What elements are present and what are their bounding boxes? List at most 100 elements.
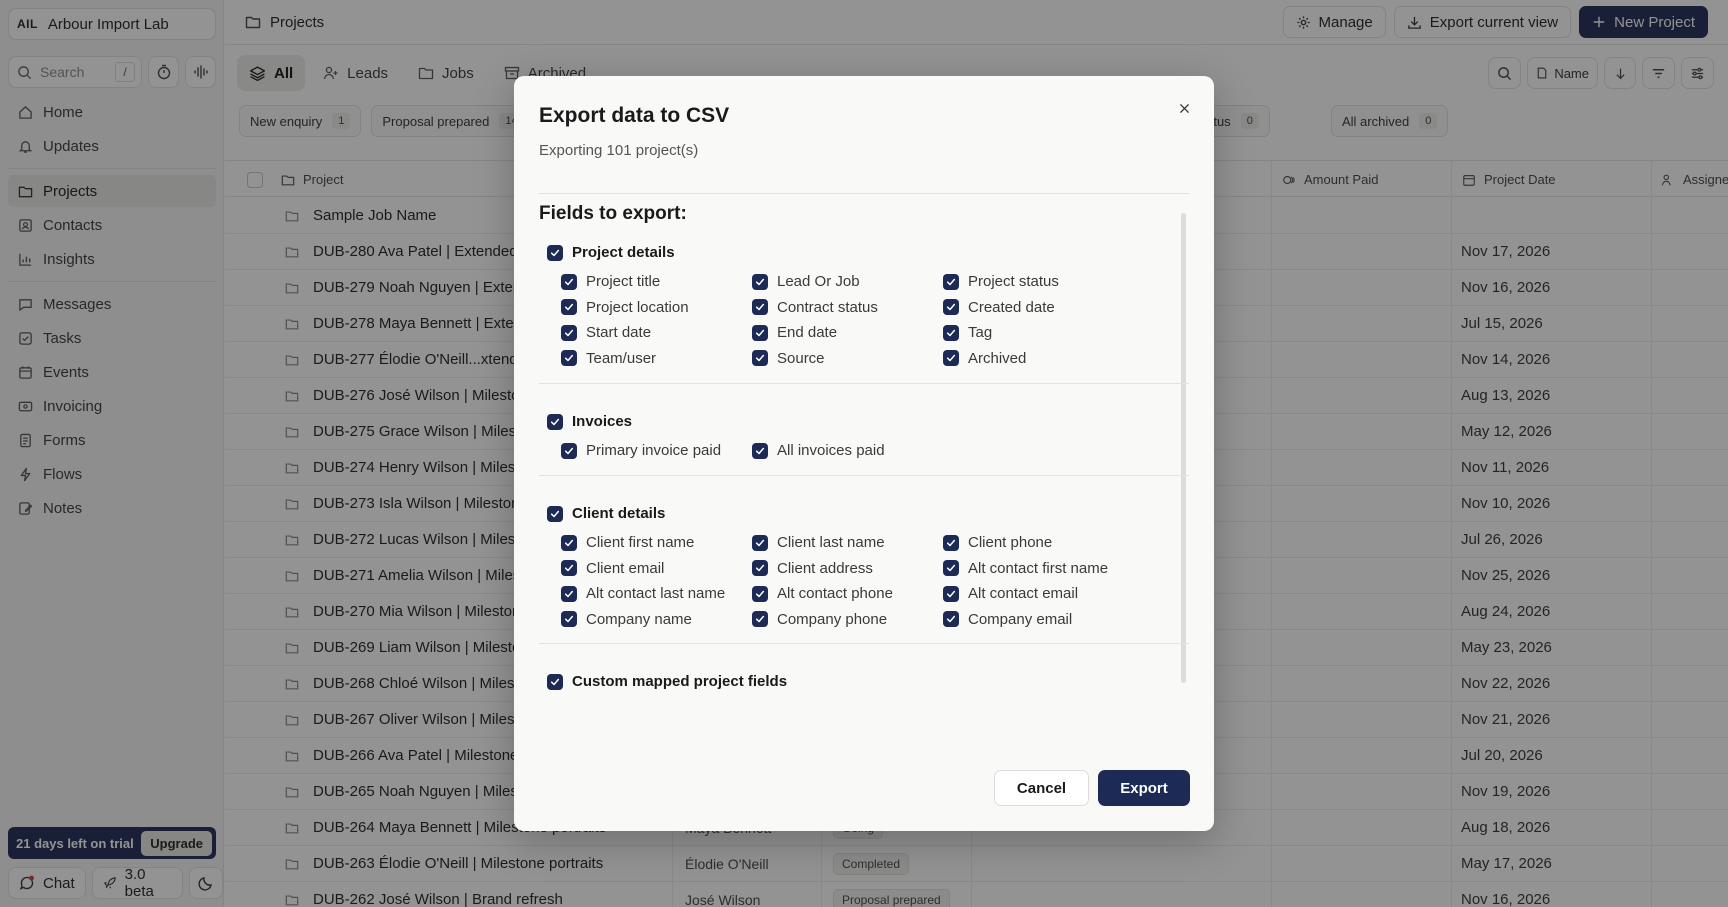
- group-label: Custom mapped project fields: [572, 673, 788, 690]
- field-checkbox[interactable]: Start date: [561, 324, 651, 341]
- checkbox-checked-icon: [943, 560, 959, 576]
- dialog-divider: [539, 193, 1189, 194]
- dialog-title: Export data to CSV: [539, 104, 730, 127]
- checkbox-checked-icon: [943, 585, 959, 602]
- field-label: Client address: [777, 559, 873, 577]
- field-label: Source: [777, 349, 825, 367]
- checkbox-checked-icon: [943, 350, 959, 366]
- checkbox-checked-icon: [547, 505, 563, 522]
- group-checkbox[interactable]: Invoices: [547, 413, 632, 430]
- field-label: Project location: [586, 298, 689, 316]
- checkbox-checked-icon: [561, 585, 577, 602]
- group-divider: [539, 643, 1189, 644]
- checkbox-checked-icon: [943, 324, 959, 341]
- checkbox-checked-icon: [752, 350, 768, 366]
- field-label: Client last name: [777, 534, 885, 551]
- field-label: End date: [777, 324, 838, 341]
- field-checkbox[interactable]: Client first name: [561, 534, 694, 551]
- fields-panel: Fields to export: Project details Project…: [539, 203, 1199, 746]
- fields-title: Fields to export:: [539, 203, 687, 224]
- field-label: Project title: [586, 273, 661, 290]
- checkbox-checked-icon: [752, 442, 768, 459]
- field-checkbox[interactable]: Primary invoice paid: [561, 442, 721, 459]
- checkbox-checked-icon: [561, 273, 577, 290]
- checkbox-checked-icon: [752, 324, 768, 341]
- field-checkbox[interactable]: Alt contact last name: [561, 585, 725, 602]
- field-checkbox[interactable]: Project location: [561, 299, 689, 316]
- field-checkbox[interactable]: Project status: [943, 273, 1059, 290]
- checkbox-checked-icon: [752, 585, 768, 602]
- checkbox-checked-icon: [561, 534, 577, 551]
- field-checkbox[interactable]: Client address: [752, 560, 873, 577]
- group-divider: [539, 383, 1189, 384]
- field-checkbox[interactable]: Project title: [561, 273, 660, 290]
- field-label: Client phone: [968, 534, 1053, 551]
- field-label: Tag: [968, 324, 993, 341]
- field-checkbox[interactable]: Alt contact email: [943, 585, 1078, 602]
- field-checkbox[interactable]: Team/user: [561, 350, 656, 367]
- checkbox-checked-icon: [752, 299, 768, 315]
- field-label: Company email: [968, 610, 1073, 628]
- field-label: All invoices paid: [777, 442, 885, 459]
- field-checkbox[interactable]: Created date: [943, 299, 1055, 316]
- field-checkbox[interactable]: Company phone: [752, 611, 887, 628]
- checkbox-checked-icon: [547, 673, 563, 690]
- field-checkbox[interactable]: Client email: [561, 560, 664, 577]
- field-label: Project status: [968, 273, 1059, 290]
- field-label: Alt contact phone: [777, 585, 893, 602]
- cancel-button[interactable]: Cancel: [994, 770, 1089, 806]
- field-label: Archived: [968, 349, 1027, 367]
- field-label: Created date: [968, 298, 1055, 316]
- checkbox-checked-icon: [752, 534, 768, 551]
- group-label: Client details: [572, 505, 666, 522]
- field-checkbox[interactable]: Alt contact phone: [752, 585, 893, 602]
- field-label: Primary invoice paid: [586, 442, 722, 459]
- checkbox-checked-icon: [561, 350, 577, 366]
- checkbox-checked-icon: [752, 273, 768, 290]
- field-label: Start date: [586, 324, 652, 341]
- close-button[interactable]: [1172, 96, 1196, 120]
- checkbox-checked-icon: [943, 534, 959, 551]
- field-label: Company name: [586, 610, 692, 628]
- field-label: Alt contact last name: [586, 585, 726, 602]
- export-button[interactable]: Export: [1098, 770, 1190, 806]
- checkbox-checked-icon: [547, 413, 563, 430]
- group-divider: [539, 475, 1189, 476]
- checkbox-checked-icon: [561, 299, 577, 315]
- checkbox-checked-icon: [752, 560, 768, 576]
- field-label: Company phone: [777, 610, 888, 628]
- field-checkbox[interactable]: Lead Or Job: [752, 273, 860, 290]
- field-label: Alt contact first name: [968, 559, 1109, 577]
- dialog-subtitle: Exporting 101 project(s): [539, 142, 699, 159]
- field-checkbox[interactable]: Archived: [943, 350, 1026, 367]
- field-label: Alt contact email: [968, 585, 1079, 602]
- field-checkbox[interactable]: All invoices paid: [752, 442, 885, 459]
- field-label: Client first name: [586, 534, 695, 551]
- group-checkbox[interactable]: Project details: [547, 244, 675, 261]
- field-label: Contract status: [777, 298, 878, 316]
- checkbox-checked-icon: [561, 560, 577, 576]
- group-checkbox[interactable]: Client details: [547, 505, 665, 522]
- checkbox-checked-icon: [752, 611, 768, 627]
- checkbox-checked-icon: [943, 273, 959, 290]
- field-checkbox[interactable]: Tag: [943, 324, 992, 341]
- checkbox-checked-icon: [561, 611, 577, 627]
- field-checkbox[interactable]: Client phone: [943, 534, 1052, 551]
- field-checkbox[interactable]: Company email: [943, 611, 1072, 628]
- field-label: Client email: [586, 559, 665, 577]
- field-checkbox[interactable]: Alt contact first name: [943, 560, 1108, 577]
- checkbox-checked-icon: [547, 244, 563, 261]
- field-label: Lead Or Job: [777, 273, 860, 290]
- field-checkbox[interactable]: End date: [752, 324, 837, 341]
- group-checkbox[interactable]: Custom mapped project fields: [547, 673, 787, 690]
- checkbox-checked-icon: [561, 324, 577, 341]
- checkbox-checked-icon: [943, 299, 959, 315]
- checkbox-checked-icon: [561, 442, 577, 459]
- field-label: Team/user: [586, 349, 657, 367]
- field-checkbox[interactable]: Source: [752, 350, 825, 367]
- field-checkbox[interactable]: Client last name: [752, 534, 885, 551]
- field-checkbox[interactable]: Company name: [561, 611, 692, 628]
- field-checkbox[interactable]: Contract status: [752, 299, 878, 316]
- export-csv-dialog: Export data to CSV Exporting 101 project…: [514, 76, 1214, 831]
- group-label: Project details: [572, 244, 675, 261]
